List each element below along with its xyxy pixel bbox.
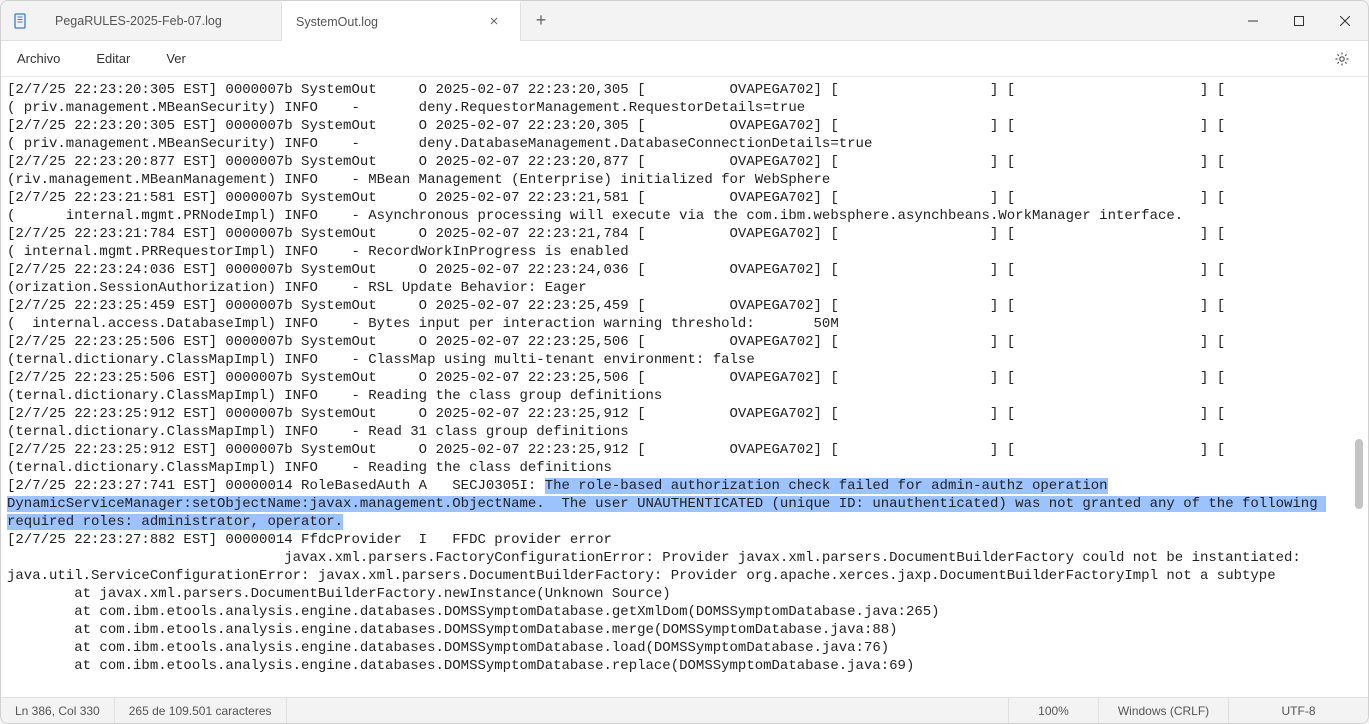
log-line: [2/7/25 22:23:20:305 EST] 0000007b Syste…: [7, 117, 1360, 135]
menubar: Archivo Editar Ver: [1, 41, 1368, 77]
log-line: [2/7/25 22:23:25:459 EST] 0000007b Syste…: [7, 297, 1360, 315]
status-eol[interactable]: Windows (CRLF): [1098, 698, 1228, 723]
selected-text: The role-based authorization check faile…: [545, 478, 1108, 494]
close-button[interactable]: [1322, 1, 1368, 40]
log-line: [2/7/25 22:23:25:506 EST] 0000007b Syste…: [7, 369, 1360, 387]
log-line: ( internal.mgmt.PRNodeImpl) INFO - Async…: [7, 207, 1360, 225]
editor-window: PegaRULES-2025-Feb-07.log SystemOut.log …: [0, 0, 1369, 724]
log-line: (ternal.dictionary.ClassMapImpl) INFO - …: [7, 351, 1360, 369]
log-line: [2/7/25 22:23:25:912 EST] 0000007b Syste…: [7, 405, 1360, 423]
log-line: [2/7/25 22:23:25:506 EST] 0000007b Syste…: [7, 333, 1360, 351]
tab-systemout-log[interactable]: SystemOut.log ×: [281, 1, 521, 40]
log-line: (ternal.dictionary.ClassMapImpl) INFO - …: [7, 423, 1360, 441]
vertical-scrollbar[interactable]: [1352, 79, 1366, 695]
status-zoom[interactable]: 100%: [1008, 698, 1098, 723]
log-line: (riv.management.MBeanManagement) INFO - …: [7, 171, 1360, 189]
log-line: required roles: administrator, operator.: [7, 513, 1360, 531]
status-encoding[interactable]: UTF-8: [1228, 698, 1368, 723]
new-tab-button[interactable]: +: [521, 1, 561, 40]
log-line: [2/7/25 22:23:27:741 EST] 00000014 RoleB…: [7, 477, 1360, 495]
log-line: (orization.SessionAuthorization) INFO - …: [7, 279, 1360, 297]
log-line: [2/7/25 22:23:21:581 EST] 0000007b Syste…: [7, 189, 1360, 207]
log-line: (ternal.dictionary.ClassMapImpl) INFO - …: [7, 459, 1360, 477]
minimize-button[interactable]: [1230, 1, 1276, 40]
log-line: (ternal.dictionary.ClassMapImpl) INFO - …: [7, 387, 1360, 405]
log-line: at javax.xml.parsers.DocumentBuilderFact…: [7, 585, 1360, 603]
tab-pegarules-log[interactable]: PegaRULES-2025-Feb-07.log: [41, 1, 281, 40]
log-line: [2/7/25 22:23:27:882 EST] 00000014 FfdcP…: [7, 531, 1360, 549]
status-selection[interactable]: 265 de 109.501 caracteres: [115, 698, 287, 723]
tab-label: PegaRULES-2025-Feb-07.log: [55, 14, 222, 28]
selected-text: required roles: administrator, operator.: [7, 514, 343, 530]
log-line: ( internal.mgmt.PRRequestorImpl) INFO - …: [7, 243, 1360, 261]
status-position[interactable]: Ln 386, Col 330: [1, 698, 115, 723]
log-line: [2/7/25 22:23:21:784 EST] 0000007b Syste…: [7, 225, 1360, 243]
log-line: at com.ibm.etools.analysis.engine.databa…: [7, 639, 1360, 657]
tab-label: SystemOut.log: [296, 15, 378, 29]
log-line: at com.ibm.etools.analysis.engine.databa…: [7, 621, 1360, 639]
menu-edit[interactable]: Editar: [92, 47, 134, 70]
tab-strip: PegaRULES-2025-Feb-07.log SystemOut.log …: [41, 1, 1230, 40]
log-line: javax.xml.parsers.FactoryConfigurationEr…: [7, 549, 1360, 567]
log-line: [2/7/25 22:23:20:877 EST] 0000007b Syste…: [7, 153, 1360, 171]
menu-view[interactable]: Ver: [162, 47, 190, 70]
log-line: [2/7/25 22:23:24:036 EST] 0000007b Syste…: [7, 261, 1360, 279]
selected-text: DynamicServiceManager:setObjectName:java…: [7, 496, 1326, 512]
log-line: java.util.ServiceConfigurationError: jav…: [7, 567, 1360, 585]
log-line: DynamicServiceManager:setObjectName:java…: [7, 495, 1360, 513]
editor-area: [2/7/25 22:23:20:305 EST] 0000007b Syste…: [1, 77, 1368, 697]
maximize-button[interactable]: [1276, 1, 1322, 40]
statusbar: Ln 386, Col 330 265 de 109.501 caractere…: [1, 697, 1368, 723]
log-line: [2/7/25 22:23:20:305 EST] 0000007b Syste…: [7, 81, 1360, 99]
log-line: ( priv.management.MBeanSecurity) INFO - …: [7, 99, 1360, 117]
gear-icon[interactable]: [1328, 45, 1356, 73]
window-controls: [1230, 1, 1368, 40]
log-line: ( priv.management.MBeanSecurity) INFO - …: [7, 135, 1360, 153]
log-line: [2/7/25 22:23:25:912 EST] 0000007b Syste…: [7, 441, 1360, 459]
titlebar: PegaRULES-2025-Feb-07.log SystemOut.log …: [1, 1, 1368, 41]
log-line: at com.ibm.etools.analysis.engine.databa…: [7, 657, 1360, 675]
log-line: ( internal.access.DatabaseImpl) INFO - B…: [7, 315, 1360, 333]
menu-file[interactable]: Archivo: [13, 47, 64, 70]
scrollbar-thumb[interactable]: [1355, 439, 1363, 509]
close-icon[interactable]: ×: [482, 14, 506, 29]
log-line: at com.ibm.etools.analysis.engine.databa…: [7, 603, 1360, 621]
text-content[interactable]: [2/7/25 22:23:20:305 EST] 0000007b Syste…: [1, 77, 1368, 697]
app-icon: [1, 1, 41, 40]
